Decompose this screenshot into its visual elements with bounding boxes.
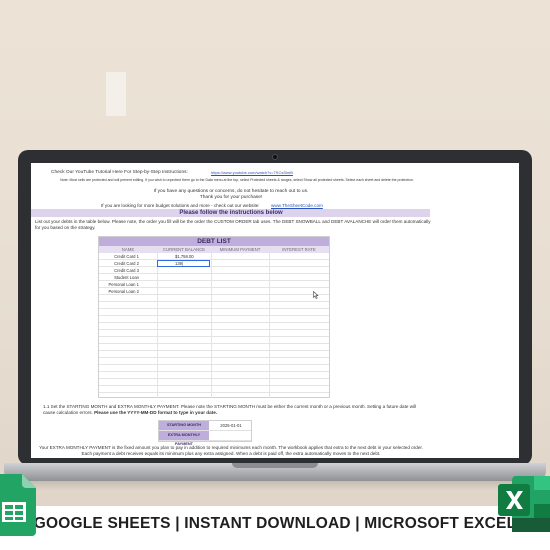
cell-name: Student Loan [114, 275, 139, 280]
starting-month-label: STARTING MONTH [159, 421, 209, 430]
step-bold: Please use the YYYY-MM-DD format to type… [94, 410, 218, 415]
tutorial-link[interactable]: https://www.youtube.com/watch?v=7SCsSlmB [211, 170, 293, 175]
website-link[interactable]: www.TheSheetCode.com [271, 203, 323, 208]
header-name: NAME [121, 247, 135, 252]
header-minimum-payment: MINIMUM PAYMENT [219, 247, 261, 252]
extra-payment-row: EXTRA MONTHLY PAYMENT [159, 431, 251, 446]
starting-month-row: STARTING MONTH 2025-01-01 [159, 421, 251, 431]
table-row[interactable]: Personal Loan 2 [99, 288, 329, 295]
table-row[interactable] [99, 323, 329, 330]
protection-note: Note: Most cells are protected and will … [60, 178, 414, 182]
table-row[interactable] [99, 358, 329, 365]
cell-balance[interactable]: $1,758.00 [175, 254, 194, 259]
cell-name: Credit Card 2 [114, 261, 139, 266]
table-row[interactable] [99, 302, 329, 309]
step-instructions: 1.1 Set the STARTING MONTH and EXTRA MON… [43, 404, 423, 416]
cell-name: Personal Loan 1 [108, 282, 140, 287]
table-row[interactable] [99, 309, 329, 316]
microsoft-excel-icon [498, 476, 550, 532]
table-row[interactable] [99, 316, 329, 323]
extra-payment-label: EXTRA MONTHLY PAYMENT [159, 431, 209, 446]
table-row[interactable] [99, 330, 329, 337]
extra-payment-text: Your EXTRA MONTHLY PAYMENT is the fixed … [39, 445, 423, 450]
thanks-text: Thank you for your purchase! [199, 195, 263, 200]
debt-list-table: DEBT LIST NAME CURRENT BALANCE MINIMUM P… [98, 236, 330, 398]
more-label: If you are looking for more budget solut… [101, 203, 260, 208]
table-row[interactable]: Credit Card 3 [99, 267, 329, 274]
cell-name: Credit Card 1 [114, 254, 139, 259]
table-row[interactable] [99, 337, 329, 344]
laptop-notch [232, 463, 318, 468]
table-row[interactable]: Credit Card 2 139| [99, 260, 329, 267]
extra-payment-text-2: Each payment a debt receives equals its … [81, 451, 381, 456]
cell-name: Credit Card 3 [114, 268, 139, 273]
debt-list-title: DEBT LIST [99, 237, 329, 246]
selected-cell[interactable] [157, 260, 210, 267]
camera-icon [272, 154, 278, 160]
table-row[interactable] [99, 379, 329, 386]
laptop-screen: Check Our YouTube Tutorial Here For Step… [31, 163, 519, 458]
table-row[interactable]: Personal Loan 1 [99, 281, 329, 288]
header-interest-rate: INTEREST RATE [282, 247, 316, 252]
table-row[interactable] [99, 372, 329, 379]
table-row[interactable] [99, 295, 329, 302]
light-glare [106, 72, 126, 116]
table-row[interactable] [99, 386, 329, 393]
table-row[interactable] [99, 351, 329, 358]
table-row[interactable] [99, 365, 329, 372]
tutorial-label: Check Our YouTube Tutorial Here For Step… [51, 170, 188, 175]
banner-text: GOOGLE SHEETS | INSTANT DOWNLOAD | MICRO… [33, 515, 517, 532]
mouse-cursor-icon [313, 291, 319, 299]
table-row[interactable]: Student Loan [99, 274, 329, 281]
laptop-shadow [0, 481, 550, 491]
header-current-balance: CURRENT BALANCE [162, 247, 206, 252]
google-sheets-icon [0, 474, 36, 536]
table-row[interactable]: Credit Card 1 $1,758.00 [99, 253, 329, 260]
questions-text: If you have any questions or concerns, d… [153, 189, 309, 194]
instructions-header: Please follow the instructions below [179, 209, 283, 216]
table-row[interactable] [99, 344, 329, 351]
cell-name: Personal Loan 2 [108, 289, 140, 294]
settings-table: STARTING MONTH 2025-01-01 EXTRA MONTHLY … [158, 420, 252, 446]
list-instructions: List out your debts in the table below. … [35, 219, 431, 230]
starting-month-input[interactable]: 2025-01-01 [211, 421, 251, 430]
